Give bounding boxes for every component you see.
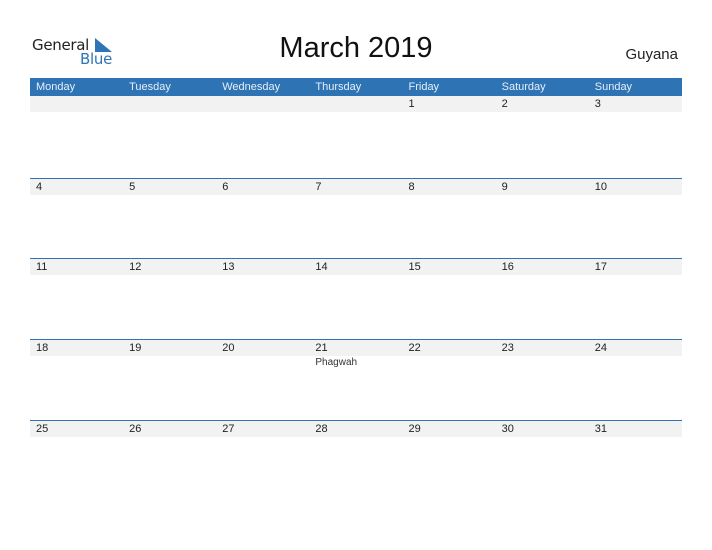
day-cell: 16 — [496, 259, 589, 339]
day-number: 20 — [222, 342, 235, 354]
day-cell: 30 — [496, 421, 589, 501]
day-number: 14 — [315, 261, 328, 273]
day-number — [315, 96, 402, 112]
day-cell: 28 — [309, 421, 402, 501]
day-number: 2 — [501, 98, 508, 110]
day-cell: 3 — [589, 96, 682, 176]
day-number: 19 — [129, 342, 142, 354]
day-cell — [123, 96, 216, 176]
day-number: 27 — [222, 423, 235, 435]
day-number: 25 — [36, 423, 49, 435]
day-cell: 4 — [30, 179, 123, 259]
weekday-sunday: Sunday — [594, 81, 633, 93]
week-row: 18 19 20 21 Phagwah 22 23 24 — [30, 339, 682, 420]
page-title: March 2019 — [279, 32, 433, 64]
day-cell: 24 — [589, 340, 682, 420]
day-number: 4 — [36, 181, 43, 193]
day-cell: 20 — [216, 340, 309, 420]
day-cell: 21 Phagwah — [309, 340, 402, 420]
day-cell: 25 — [30, 421, 123, 501]
weekday-header: Monday Tuesday Wednesday Thursday Friday… — [30, 78, 682, 96]
day-number: 3 — [594, 98, 601, 110]
day-number: 15 — [408, 261, 421, 273]
day-number: 7 — [315, 181, 322, 193]
day-number: 16 — [501, 261, 514, 273]
country-label: Guyana — [625, 46, 678, 63]
holiday-label: Phagwah — [315, 357, 358, 368]
day-number: 21 — [315, 342, 328, 354]
day-number: 12 — [129, 261, 142, 273]
week-row: 1 2 3 — [30, 96, 682, 177]
day-number: 9 — [501, 181, 508, 193]
weekday-saturday: Saturday — [501, 81, 546, 93]
day-cell: 29 — [403, 421, 496, 501]
day-number: 22 — [408, 342, 421, 354]
day-number: 29 — [408, 423, 421, 435]
week-row: 4 5 6 7 8 9 10 — [30, 178, 682, 259]
day-cell: 13 — [216, 259, 309, 339]
day-cell: 17 — [589, 259, 682, 339]
day-cell: 19 — [123, 340, 216, 420]
week-cells: 4 5 6 7 8 9 10 — [30, 179, 682, 259]
week-cells: 11 12 13 14 15 16 17 — [30, 259, 682, 339]
week-cells: 18 19 20 21 Phagwah 22 23 24 — [30, 340, 682, 420]
day-number — [129, 96, 216, 112]
weekday-friday: Friday — [408, 81, 440, 93]
day-number — [222, 96, 309, 112]
day-cell — [30, 96, 123, 176]
day-number: 26 — [129, 423, 142, 435]
week-row: 25 26 27 28 29 30 31 — [30, 420, 682, 501]
day-cell: 31 — [589, 421, 682, 501]
day-number: 17 — [594, 261, 607, 273]
day-cell: 6 — [216, 179, 309, 259]
day-number — [36, 96, 123, 112]
day-cell: 22 — [403, 340, 496, 420]
day-cell: 8 — [403, 179, 496, 259]
day-number: 30 — [501, 423, 514, 435]
week-cells: 25 26 27 28 29 30 31 — [30, 421, 682, 501]
week-row: 11 12 13 14 15 16 17 — [30, 258, 682, 339]
day-number: 24 — [594, 342, 607, 354]
day-number: 1 — [408, 98, 415, 110]
day-number: 5 — [129, 181, 136, 193]
day-cell: 15 — [403, 259, 496, 339]
day-cell: 10 — [589, 179, 682, 259]
day-cell — [309, 96, 402, 176]
day-cell: 12 — [123, 259, 216, 339]
week-cells: 1 2 3 — [30, 96, 682, 176]
day-number: 10 — [594, 181, 607, 193]
day-cell: 11 — [30, 259, 123, 339]
day-number: 11 — [36, 261, 48, 273]
day-number: 28 — [315, 423, 328, 435]
day-cell: 14 — [309, 259, 402, 339]
day-cell: 2 — [496, 96, 589, 176]
day-cell: 5 — [123, 179, 216, 259]
weekday-wednesday: Wednesday — [222, 81, 281, 93]
day-number: 18 — [36, 342, 49, 354]
weekday-thursday: Thursday — [315, 81, 362, 93]
day-cell: 18 — [30, 340, 123, 420]
day-number: 13 — [222, 261, 235, 273]
day-number: 31 — [594, 423, 607, 435]
day-number: 6 — [222, 181, 229, 193]
day-cell: 9 — [496, 179, 589, 259]
day-cell: 26 — [123, 421, 216, 501]
day-cell: 27 — [216, 421, 309, 501]
weekday-monday: Monday — [36, 81, 76, 93]
day-number: 23 — [501, 342, 514, 354]
day-cell: 1 — [403, 96, 496, 176]
day-cell: 23 — [496, 340, 589, 420]
day-cell: 7 — [309, 179, 402, 259]
weekday-tuesday: Tuesday — [129, 81, 171, 93]
day-number: 8 — [408, 181, 415, 193]
day-cell — [216, 96, 309, 176]
